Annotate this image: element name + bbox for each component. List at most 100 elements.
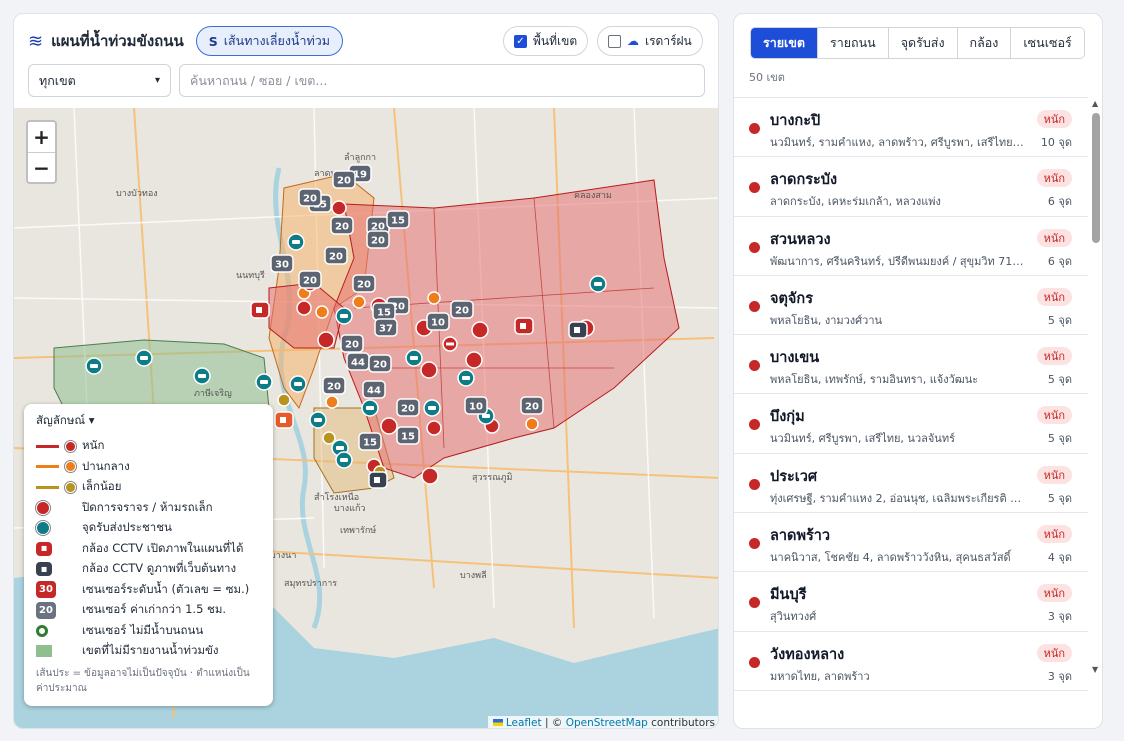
legend-title[interactable]: สัญลักษณ์ ▾ — [36, 412, 261, 430]
pickup-marker[interactable] — [589, 275, 607, 293]
sensor-badge[interactable]: 15 — [372, 302, 396, 321]
list-item[interactable]: บางกะปิ นวมินทร์, รามคำแหง, ลาดพร้าว, ศรี… — [734, 98, 1088, 158]
pickup-marker[interactable] — [361, 399, 379, 417]
cctv-marker[interactable] — [568, 321, 588, 339]
pickup-marker[interactable] — [255, 373, 273, 391]
cctv-marker[interactable] — [250, 301, 270, 319]
sensor-badge[interactable]: 10 — [426, 312, 450, 331]
sensor-badge[interactable]: 10 — [464, 396, 488, 415]
scroll-up-icon[interactable]: ▲ — [1092, 99, 1098, 108]
sensor-badge-value: 15 — [401, 432, 415, 443]
pickup-marker[interactable] — [289, 375, 307, 393]
sensor-badge[interactable]: 20 — [368, 354, 392, 373]
severe-marker[interactable] — [420, 361, 438, 379]
sensor-badge[interactable]: 20 — [450, 300, 474, 319]
moderate-marker[interactable] — [352, 295, 366, 309]
sensor-badge[interactable]: 20 — [352, 274, 376, 293]
list-item[interactable]: สวนหลวง พัฒนาการ, ศรีนครินทร์, ปรีดีพนมยง… — [734, 217, 1088, 276]
sensor-badge[interactable]: 20 — [298, 270, 322, 289]
district-name: บางเขน — [770, 350, 820, 367]
severity-dot-icon — [749, 656, 760, 668]
severe-marker[interactable] — [421, 467, 439, 485]
sensor-badge[interactable]: 15 — [358, 432, 382, 451]
sensor-badge[interactable]: 20 — [322, 376, 346, 395]
leaflet-link[interactable]: Leaflet — [506, 717, 542, 728]
severe-marker[interactable] — [465, 351, 483, 369]
list-item[interactable]: วังทองหลาง มหาดไทย, ลาดพร้าว หนัก 3 จุด — [734, 632, 1088, 691]
radar-toggle[interactable]: ☁ เรดาร์ฝน — [597, 26, 703, 56]
tab-camera[interactable]: กล้อง — [956, 28, 1011, 58]
minor-marker[interactable] — [322, 431, 336, 445]
radar-checkbox[interactable] — [608, 34, 621, 48]
moderate-marker[interactable] — [427, 291, 441, 305]
sensor-badge[interactable]: 20 — [330, 216, 354, 235]
list-item[interactable]: มีนบุรี สุวินทวงศ์ หนัก 3 จุด — [734, 572, 1088, 632]
sensor-badge[interactable]: 44 — [362, 380, 386, 399]
pickup-marker[interactable] — [335, 451, 353, 469]
list-item[interactable]: บึงกุ่ม นวมินทร์, ศรีบูรพา, เสรีไทย, นวลจ… — [734, 394, 1088, 454]
pickup-marker[interactable] — [135, 349, 153, 367]
sensor-badge[interactable]: 37 — [374, 318, 398, 337]
moderate-marker[interactable] — [315, 305, 329, 319]
legend-label: เขตที่ไม่มีรายงานน้ำท่วมขัง — [82, 643, 219, 658]
list-item[interactable]: ลาดพร้าว นาคนิวาส, โชคชัย 4, ลาดพร้าววังห… — [734, 513, 1088, 573]
sensor-badge-value: 44 — [351, 358, 365, 369]
zoom-control[interactable]: + − — [26, 120, 57, 184]
closure-marker[interactable] — [442, 336, 458, 352]
search-input[interactable] — [179, 64, 705, 97]
moderate-marker[interactable] — [525, 417, 539, 431]
severe-marker[interactable] — [426, 420, 442, 436]
sensor-badge[interactable]: 20 — [332, 170, 356, 189]
osm-link[interactable]: OpenStreetMap — [566, 717, 648, 728]
cctv-marker[interactable] — [514, 317, 534, 335]
area-toggle[interactable]: ✓ พื้นที่เขต — [503, 26, 589, 56]
pickup-marker[interactable] — [405, 349, 423, 367]
pickup-marker[interactable] — [85, 357, 103, 375]
list-item[interactable]: ประเวศ ทุ่งเศรษฐี, รามคำแหง 2, อ่อนนุช, เ… — [734, 454, 1088, 514]
sensor-badge[interactable]: 20 — [298, 188, 322, 207]
sensor-badge[interactable]: 20 — [366, 230, 390, 249]
area-checkbox[interactable]: ✓ — [514, 34, 527, 48]
minor-marker[interactable] — [277, 393, 291, 407]
zoom-out-button[interactable]: − — [28, 152, 55, 182]
sensor-badge[interactable]: 30 — [270, 254, 294, 273]
list-item[interactable]: จตุจักร พหลโยธิน, งามวงศ์วาน หนัก 5 จุด — [734, 276, 1088, 336]
pickup-marker[interactable] — [457, 369, 475, 387]
sensor-badge[interactable]: 20 — [340, 334, 364, 353]
sensor-badge[interactable]: 20 — [520, 396, 544, 415]
list-item[interactable]: ลาดกระบัง ลาดกระบัง, เคหะร่มเกล้า, หลวงแพ… — [734, 157, 1088, 217]
district-name: ลาดพร้าว — [770, 528, 831, 545]
legend-label: เล็กน้อย — [82, 479, 122, 494]
severe-marker[interactable] — [331, 200, 347, 216]
zoom-in-button[interactable]: + — [28, 122, 55, 152]
severe-marker[interactable] — [380, 417, 398, 435]
pickup-marker[interactable] — [309, 411, 327, 429]
avoid-flood-route-button[interactable]: S เส้นทางเลี่ยงน้ำท่วม — [195, 26, 343, 56]
cctv-marker[interactable] — [274, 411, 294, 429]
radar-toggle-label: เรดาร์ฝน — [645, 33, 692, 48]
map-view[interactable]: นนทบุรี บางบัวทอง ลำลูกกา ภาษีเจริญ สมุท… — [14, 108, 718, 728]
sensor-badge[interactable]: 15 — [386, 210, 410, 229]
scroll-down-icon[interactable]: ▼ — [1092, 665, 1098, 674]
tab-pickup[interactable]: จุดรับส่ง — [887, 28, 957, 58]
severe-marker[interactable] — [471, 321, 489, 339]
district-select[interactable]: ทุกเขต ▾ — [28, 64, 171, 97]
pickup-marker[interactable] — [193, 367, 211, 385]
tab-by-road[interactable]: รายถนน — [817, 28, 888, 58]
scrollbar-thumb[interactable] — [1092, 113, 1100, 243]
severe-marker[interactable] — [317, 331, 335, 349]
sensor-badge[interactable]: 20 — [324, 246, 348, 265]
list-item[interactable]: บางเขน พหลโยธิน, เทพรักษ์, รามอินทรา, แจ้… — [734, 335, 1088, 395]
tab-by-district[interactable]: รายเขต — [751, 28, 817, 58]
sensor-badge[interactable]: 20 — [396, 398, 420, 417]
tab-sensor[interactable]: เซนเซอร์ — [1010, 28, 1084, 58]
pickup-marker[interactable] — [335, 307, 353, 325]
pickup-marker[interactable] — [287, 233, 305, 251]
sensor-badge[interactable]: 44 — [346, 352, 370, 371]
sensor-badge[interactable]: 15 — [396, 426, 420, 445]
moderate-marker[interactable] — [325, 395, 339, 409]
cctv-marker[interactable] — [368, 471, 388, 489]
pickup-marker[interactable] — [423, 399, 441, 417]
severe-marker[interactable] — [296, 300, 312, 316]
list-scrollbar[interactable]: ▲ ▼ — [1088, 97, 1102, 677]
